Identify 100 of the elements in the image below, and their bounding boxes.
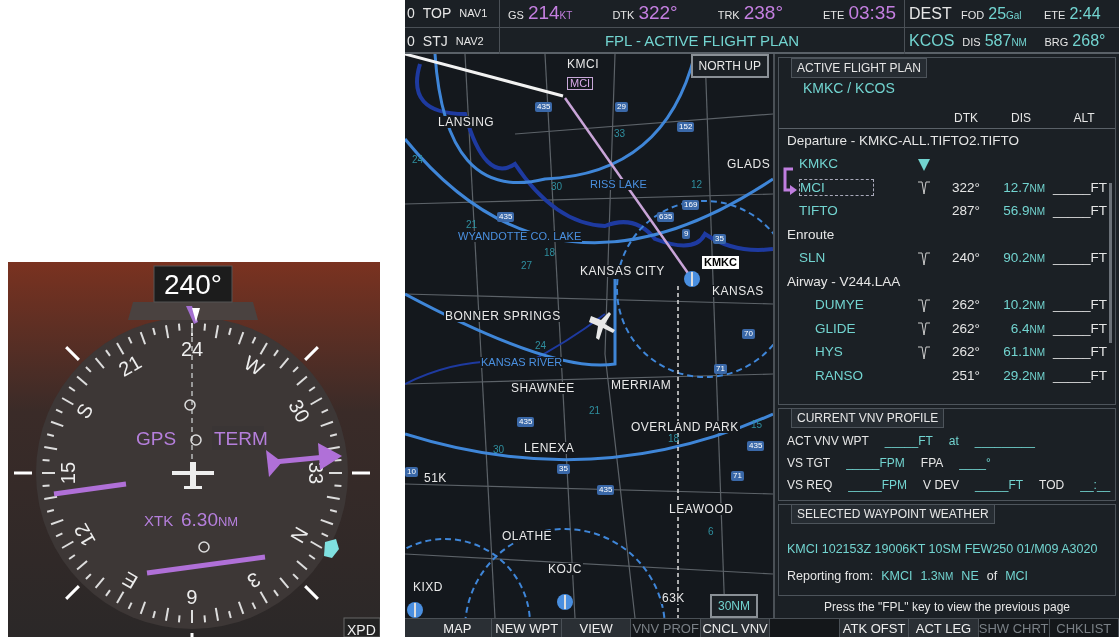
- nav-source-label: GPS: [136, 428, 177, 449]
- map-airway-number: 18: [544, 248, 556, 258]
- field-label: TOD: [1039, 477, 1065, 495]
- altitude-value: _____FT: [1053, 179, 1108, 195]
- distance-value: 10.2NM: [1003, 297, 1045, 313]
- desired-track-value: 262°: [952, 320, 980, 336]
- map-airway-number: 27: [521, 261, 533, 271]
- waypoint-name: KMKC: [799, 156, 838, 172]
- map-place-label: KANSAS: [711, 285, 765, 297]
- map-airway-number: 6: [708, 527, 714, 537]
- compass-label: W: [240, 351, 268, 380]
- data-field-value: 2:44: [1069, 3, 1101, 24]
- desired-track-value: 262°: [952, 344, 980, 360]
- map-airway-number: 24: [535, 341, 547, 351]
- data-field-value: 587NM: [984, 31, 1027, 51]
- map-airway-number: 30: [493, 445, 505, 455]
- lubber-line-icon: [192, 308, 200, 322]
- altitude-value: _____FT: [1053, 344, 1108, 360]
- field-label: V DEV: [923, 477, 960, 495]
- destination-label: DEST: [909, 3, 953, 24]
- desired-track-value: 322°: [952, 179, 980, 195]
- data-field-label: DTK: [612, 8, 635, 24]
- map-range-label: 30NM: [710, 594, 758, 618]
- data-field-value: 238°: [743, 1, 783, 26]
- map-place-label: MERRIAM: [610, 379, 673, 391]
- softkey[interactable]: ATK OFST: [839, 619, 910, 637]
- waypoint-name: RANSO: [815, 367, 863, 383]
- compass-label: 3: [243, 568, 265, 593]
- map-place-label: LEAWOOD: [668, 503, 735, 515]
- map-place-label: LENEXA: [523, 442, 576, 454]
- map-place-label: KIXD: [412, 581, 444, 593]
- nav-frequency: 0: [407, 31, 415, 51]
- map-place-label: OVERLAND PARK: [630, 421, 740, 433]
- aircraft-icon: [589, 312, 615, 340]
- altitude-value: _____FT: [1053, 297, 1108, 313]
- highway-shield: 169: [682, 200, 700, 210]
- field-label: ACT VNV WPT: [787, 433, 869, 451]
- highway-shield: 435: [497, 212, 515, 222]
- waypoint-name: DUMYE: [815, 297, 864, 313]
- map-airway-number: 15: [751, 420, 763, 430]
- section-heading: Enroute: [787, 225, 835, 244]
- altitude-value: _____FT: [1053, 203, 1108, 219]
- highway-shield: 435: [597, 485, 615, 495]
- highway-shield: 71: [731, 471, 744, 481]
- field-value: __:__: [1080, 477, 1111, 495]
- section-heading: Departure - KMKC-ALL.TIFTO2.TIFTO: [787, 131, 1020, 150]
- airport-icon: [557, 594, 573, 610]
- deviation-dot-icon: [184, 399, 196, 411]
- map-airway-number: 21: [466, 220, 478, 230]
- status-message: Press the "FPL" key to view the previous page: [824, 599, 1070, 616]
- highway-shield: 9: [682, 229, 691, 239]
- nav-frequency: 0: [407, 4, 415, 23]
- map-place-label: BONNER SPRINGS: [444, 310, 562, 322]
- destination-identifier: KCOS: [909, 31, 955, 51]
- highway-shield: 70: [742, 329, 755, 339]
- map-place-label: SHAWNEE: [510, 382, 576, 394]
- highway-shield: 71: [714, 364, 727, 374]
- compass-label: 12: [69, 519, 100, 551]
- map-place-label: KMCI: [566, 58, 600, 70]
- report-value: KMCI: [881, 567, 913, 585]
- data-field-value: 268°: [1072, 31, 1106, 51]
- vnav-marker-icon: [917, 322, 931, 337]
- highway-shield: 29: [615, 102, 628, 112]
- desired-track-value: 251°: [952, 367, 980, 383]
- report-label: Reporting from:: [787, 567, 874, 585]
- softkey[interactable]: CNCL VNV: [700, 619, 771, 637]
- panel-title: ACTIVE FLIGHT PLAN: [791, 58, 927, 78]
- highway-shield: 435: [517, 417, 535, 427]
- deviation-dot-icon: [190, 434, 202, 446]
- data-field-value: 322°: [638, 1, 678, 26]
- distance-value: 56.9NM: [1003, 203, 1045, 219]
- report-value: MCI: [1005, 567, 1029, 585]
- data-field-label: BRG: [1044, 35, 1069, 50]
- map-airway-number: 30: [551, 182, 563, 192]
- distance-value: 29.2NM: [1003, 367, 1045, 383]
- report-label: of: [986, 567, 998, 585]
- highway-shield: 10: [405, 467, 418, 477]
- map-orientation-label: NORTH UP: [690, 54, 769, 78]
- data-field-label: TRK: [717, 8, 740, 24]
- data-field-label: DIS: [962, 35, 981, 50]
- bearing-pointer-icon: [324, 539, 339, 558]
- data-field-label: ETE: [1044, 7, 1066, 23]
- waypoint-name: MCI: [799, 178, 874, 196]
- altitude-value: _____FT: [1053, 250, 1108, 266]
- field-label: FPA: [920, 455, 944, 473]
- compass-label: 21: [114, 350, 146, 381]
- map-place-label: KANSAS CITY: [579, 265, 666, 277]
- field-label: VS REQ: [787, 477, 833, 495]
- map-airway-number: 12: [691, 180, 703, 190]
- waypoint-name: SLN: [799, 250, 826, 266]
- report-value: NE: [961, 567, 979, 585]
- distance-value: 90.2NM: [1003, 250, 1045, 266]
- map-place-label: LANSING: [437, 116, 496, 128]
- map-airway-number: 18: [668, 434, 680, 444]
- report-value: 1.3NM: [920, 567, 954, 585]
- map-airway-number: 24: [412, 155, 424, 165]
- airport-label: KMKC: [702, 256, 739, 269]
- map-airway-number: 33: [614, 129, 626, 139]
- route-label: KMKC / KCOS: [802, 79, 896, 99]
- column-header: ALT: [1072, 109, 1096, 127]
